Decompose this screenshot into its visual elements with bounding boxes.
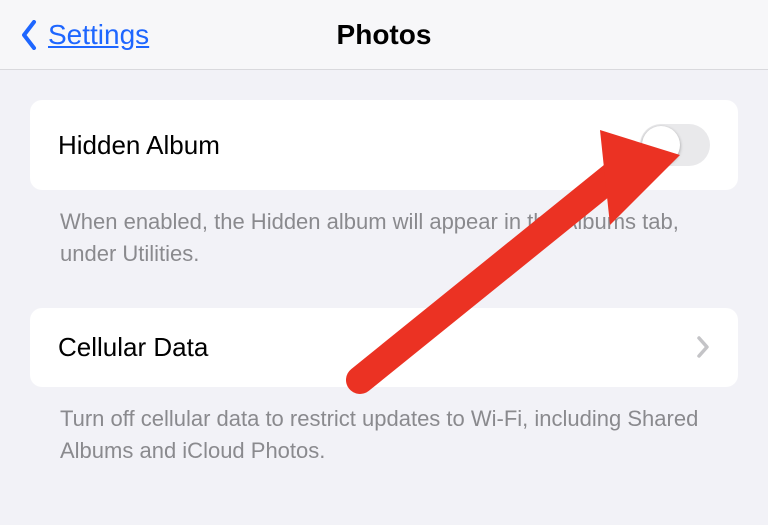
cellular-data-cell[interactable]: Cellular Data: [30, 308, 738, 387]
back-button[interactable]: Settings: [20, 19, 149, 51]
toggle-knob: [642, 126, 680, 164]
content: Hidden Album When enabled, the Hidden al…: [0, 70, 768, 467]
cellular-data-label: Cellular Data: [58, 332, 208, 363]
cellular-data-footer: Turn off cellular data to restrict updat…: [30, 387, 738, 467]
back-label: Settings: [48, 19, 149, 51]
chevron-right-icon: [696, 335, 710, 359]
chevron-left-icon: [20, 20, 38, 50]
hidden-album-toggle[interactable]: [640, 124, 710, 166]
hidden-album-footer: When enabled, the Hidden album will appe…: [30, 190, 738, 270]
hidden-album-cell: Hidden Album: [30, 100, 738, 190]
hidden-album-label: Hidden Album: [58, 130, 220, 161]
navigation-bar: Settings Photos: [0, 0, 768, 70]
